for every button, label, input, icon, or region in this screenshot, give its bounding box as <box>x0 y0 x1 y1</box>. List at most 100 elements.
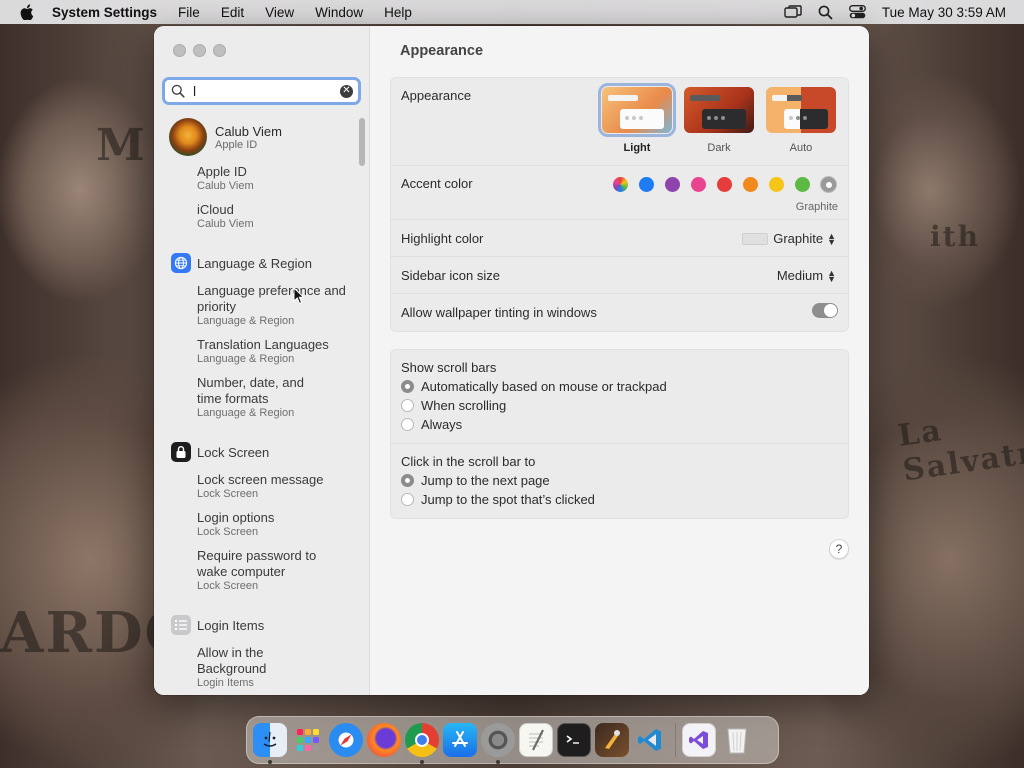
show-scroll-bars-row: Show scroll bars Automatically based on … <box>391 350 848 444</box>
result-sub: Language & Region <box>197 315 295 327</box>
click-scroll-bar-label: Click in the scroll bar to <box>401 454 536 469</box>
running-indicator <box>496 760 500 764</box>
launchpad-icon[interactable] <box>291 723 325 757</box>
sidebar-item-require-password[interactable]: Require password to wake computer Lock S… <box>197 548 337 593</box>
firefox-icon[interactable] <box>367 723 401 757</box>
sidebar-item-translation-languages[interactable]: Translation Languages Language & Region <box>197 337 329 366</box>
accent-red[interactable] <box>717 177 732 192</box>
sidebar-item-icloud[interactable]: iCloud Calub Viem <box>197 202 254 231</box>
menu-window[interactable]: Window <box>315 5 363 20</box>
finder-icon[interactable] <box>253 723 287 764</box>
search-input[interactable]: l <box>193 83 196 99</box>
visual-studio-icon[interactable] <box>682 723 716 757</box>
appearance-option-label: Auto <box>789 142 813 154</box>
wallpaper-tinting-toggle[interactable] <box>812 303 838 318</box>
radio-button[interactable] <box>401 493 414 506</box>
result-title: Apple ID <box>197 164 247 179</box>
sidebar-item-apple-id[interactable]: Apple ID Calub Viem <box>197 164 254 193</box>
scroll-bars-card: Show scroll bars Automatically based on … <box>390 349 849 519</box>
appearance-option-dark[interactable]: Dark <box>684 87 754 154</box>
sidebar-icon-size-popup[interactable]: Medium ▲ ▼ <box>777 268 836 283</box>
highlight-color-popup[interactable]: Graphite ▲ ▼ <box>742 231 836 246</box>
textedit-icon[interactable] <box>519 723 553 757</box>
terminal-icon[interactable] <box>557 723 591 757</box>
radio-button[interactable] <box>401 474 414 487</box>
safari-icon[interactable] <box>329 723 363 757</box>
radio-jump-to-spot[interactable]: Jump to the spot that’s clicked <box>401 492 595 507</box>
highlight-color-value: Graphite <box>773 231 824 246</box>
radio-scroll-when-scrolling[interactable]: When scrolling <box>401 398 506 413</box>
trash-icon[interactable] <box>720 723 754 757</box>
accent-orange[interactable] <box>743 177 758 192</box>
sidebar-category-language-region[interactable]: Language & Region <box>171 253 312 273</box>
radio-label: Always <box>421 417 463 432</box>
minimize-window-button[interactable] <box>193 44 206 57</box>
menu-app-name[interactable]: System Settings <box>52 5 157 20</box>
help-button[interactable]: ? <box>829 539 849 559</box>
close-window-button[interactable] <box>173 44 186 57</box>
avatar <box>169 118 207 156</box>
category-label: Lock Screen <box>197 444 270 460</box>
radio-button[interactable] <box>401 418 414 431</box>
sidebar-category-login-items[interactable]: Login Items <box>171 615 264 635</box>
radio-scroll-automatic[interactable]: Automatically based on mouse or trackpad <box>401 379 667 394</box>
list-icon <box>171 615 191 635</box>
sidebar-item-language-preference[interactable]: Language preference and priority Languag… <box>197 283 347 328</box>
clear-search-button[interactable]: ✕ <box>340 84 353 98</box>
system-settings-icon[interactable] <box>481 723 515 764</box>
wallpaper-mark: M <box>96 120 147 171</box>
sidebar-item-number-date-formats[interactable]: Number, date, and time formats Language … <box>197 375 332 420</box>
radio-button[interactable] <box>401 380 414 393</box>
sidebar-item-login-options[interactable]: Login options Lock Screen <box>197 510 274 539</box>
vscode-icon[interactable] <box>633 723 667 757</box>
category-label: Language & Region <box>197 255 312 271</box>
appearance-option-light[interactable]: Light <box>598 83 676 154</box>
radio-label: Automatically based on mouse or trackpad <box>421 379 667 394</box>
accent-blue[interactable] <box>639 177 654 192</box>
result-sub: Lock Screen <box>197 526 259 538</box>
menu-help[interactable]: Help <box>384 5 412 20</box>
result-title: Lock screen message <box>197 472 324 487</box>
sidebar-category-lock-screen[interactable]: Lock Screen <box>171 442 269 462</box>
instruments-icon[interactable] <box>595 723 629 757</box>
menu-clock[interactable]: Tue May 30 3:59 AM <box>882 5 1006 20</box>
accent-green[interactable] <box>795 177 810 192</box>
appearance-option-auto[interactable]: Auto <box>766 87 836 154</box>
search-field[interactable]: l ✕ <box>162 77 361 105</box>
sidebar-icon-size-row: Sidebar icon size Medium ▲ ▼ <box>391 257 848 294</box>
accent-color-row: Accent color Graphite <box>391 166 848 220</box>
menu-bar: System Settings File Edit View Window He… <box>0 0 1024 24</box>
zoom-window-button[interactable] <box>213 44 226 57</box>
accent-pink[interactable] <box>691 177 706 192</box>
radio-scroll-always[interactable]: Always <box>401 417 462 432</box>
menu-file[interactable]: File <box>178 5 200 20</box>
wallpaper-mark: La Salvatru <box>895 413 1024 489</box>
chevron-updown-icon: ▲ ▼ <box>827 267 836 284</box>
sidebar-item-allow-in-background[interactable]: Allow in the Background Login Items <box>197 645 287 690</box>
accent-purple[interactable] <box>665 177 680 192</box>
radio-jump-next-page[interactable]: Jump to the next page <box>401 473 550 488</box>
screen-mirroring-icon[interactable] <box>784 5 802 19</box>
appearance-option-label: Light <box>623 142 651 154</box>
appearance-label: Appearance <box>401 88 472 103</box>
accent-multicolor[interactable] <box>613 177 628 192</box>
wallpaper-tinting-row: Allow wallpaper tinting in windows <box>391 294 848 331</box>
apple-menu-icon[interactable] <box>18 3 36 21</box>
result-sub: Lock Screen <box>197 580 259 592</box>
sidebar-item-lock-screen-message[interactable]: Lock screen message Lock Screen <box>197 472 323 501</box>
app-store-icon[interactable] <box>443 723 477 757</box>
running-indicator <box>420 760 424 764</box>
menu-edit[interactable]: Edit <box>221 5 244 20</box>
spotlight-search-icon[interactable] <box>818 5 833 20</box>
sidebar-scrollbar[interactable] <box>359 118 365 166</box>
radio-button[interactable] <box>401 399 414 412</box>
control-center-icon[interactable] <box>848 5 866 19</box>
sidebar-item-profile[interactable]: Calub Viem Apple ID <box>169 118 282 156</box>
globe-icon <box>171 253 191 273</box>
accent-yellow[interactable] <box>769 177 784 192</box>
chrome-icon[interactable] <box>405 723 439 764</box>
accent-graphite[interactable] <box>821 177 836 192</box>
menu-view[interactable]: View <box>265 5 294 20</box>
result-title: Login options <box>197 510 275 525</box>
appearance-pane: Appearance Appearance Light Dark Auto Ac… <box>370 26 869 695</box>
